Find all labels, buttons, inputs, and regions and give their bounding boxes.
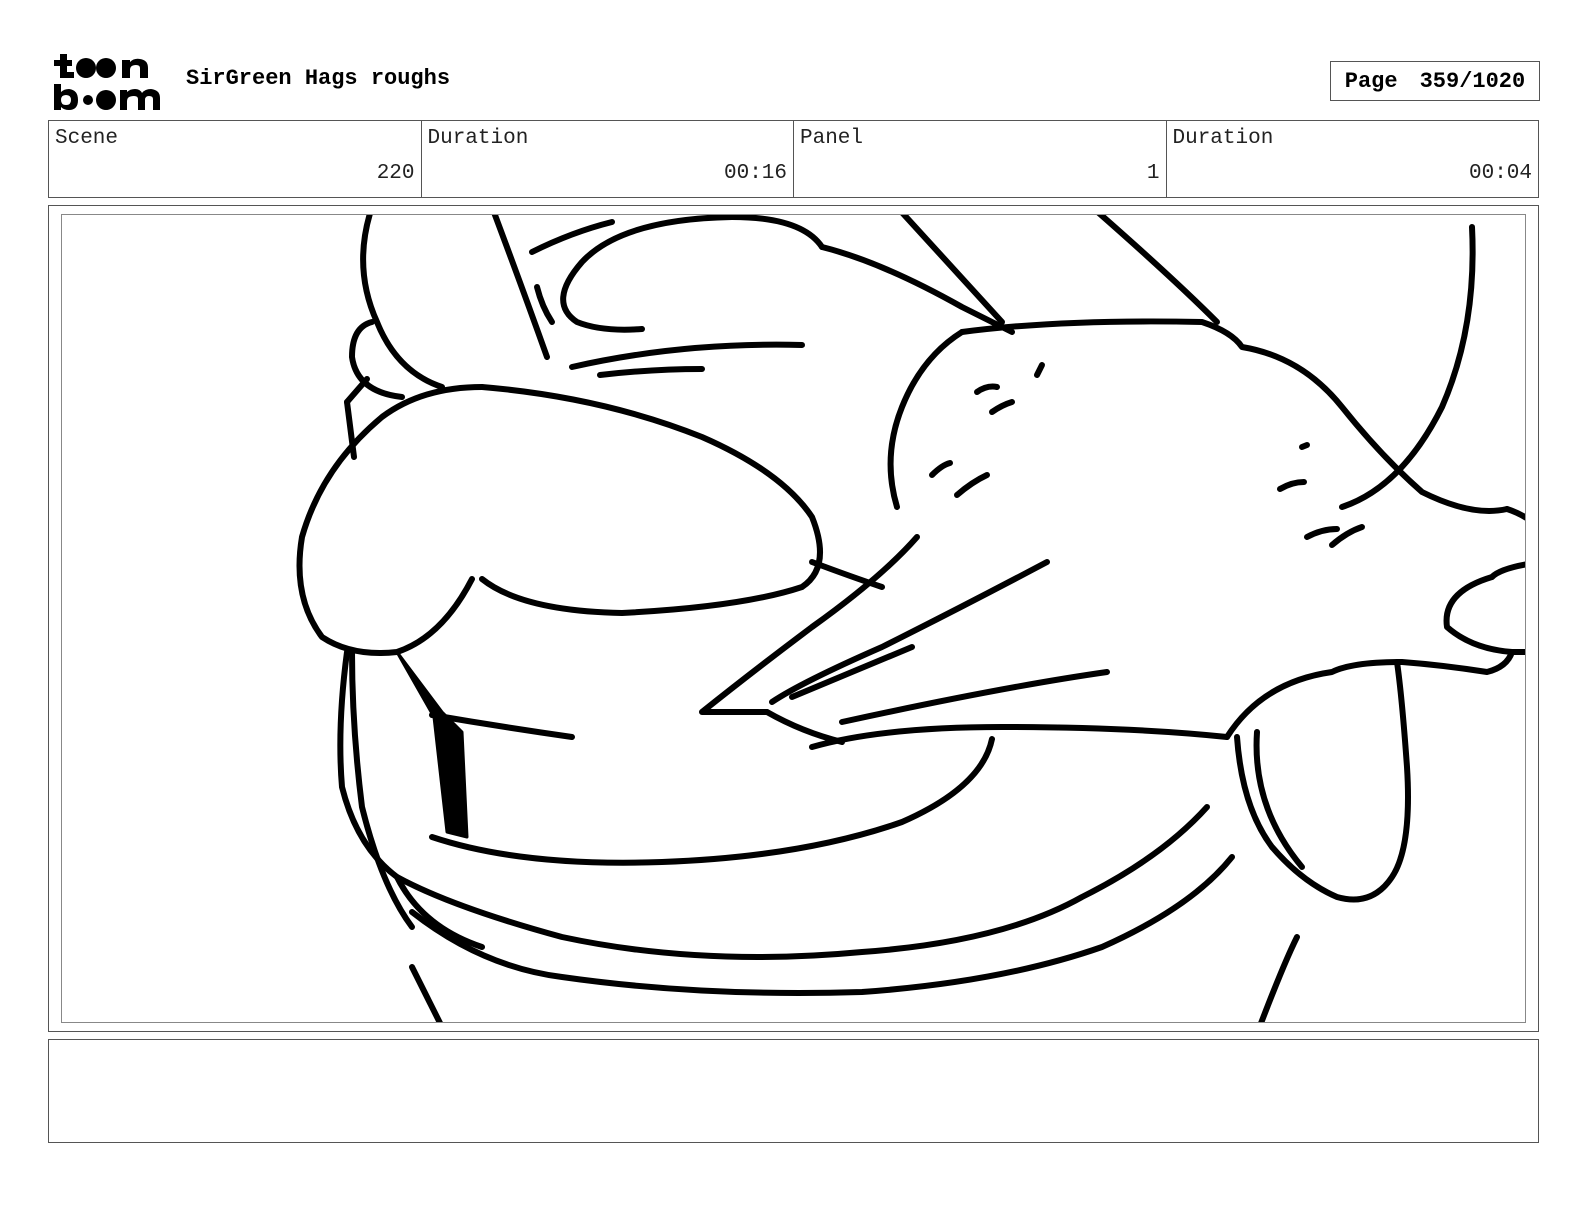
scene-cell: Scene 220 [49,121,422,197]
toon-boom-logo [50,50,165,112]
scene-value: 220 [376,162,415,185]
panel-duration-label: Duration [1172,127,1274,150]
panel-info-row: Scene 220 Duration 00:16 Panel 1 Duratio… [48,120,1539,198]
page-label: Page [1344,68,1398,94]
page-number: 359/1020 [1419,68,1526,94]
panel-cell: Panel 1 [794,121,1167,197]
scene-duration-label: Duration [427,127,529,150]
panel-duration-value: 00:04 [1468,162,1532,185]
document-title: SirGreen Hags roughs [186,66,451,91]
panel-value: 1 [1146,162,1160,185]
panel-drawing-area [61,214,1526,1023]
panel-label: Panel [800,127,864,150]
rough-sketch-drawing [296,215,1525,1022]
page-indicator: Page 359/1020 [1330,61,1540,101]
scene-label: Scene [55,127,119,150]
scene-duration-cell: Duration 00:16 [422,121,794,197]
storyboard-panel [48,205,1539,1032]
scene-duration-value: 00:16 [723,162,787,185]
panel-notes-area [48,1039,1539,1143]
panel-duration-cell: Duration 00:04 [1167,121,1539,197]
